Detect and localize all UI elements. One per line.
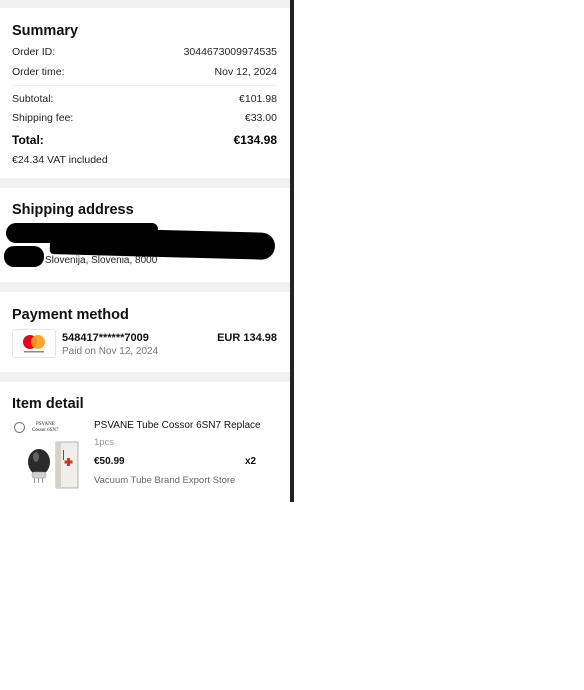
shipping-fee-row: Shipping fee: €33.00 xyxy=(12,110,277,126)
store-name[interactable]: Vacuum Tube Brand Export Store xyxy=(94,475,235,486)
total-row: Total: €134.98 xyxy=(12,132,277,148)
order-id-value[interactable]: 3044673009974535 xyxy=(184,46,277,58)
address-line: Slovenija, Slovenia, 8000 xyxy=(45,255,158,266)
total-value: €134.98 xyxy=(233,133,277,147)
order-id-row: Order ID: 3044673009974535 xyxy=(12,44,277,60)
paid-on-date: Paid on Nov 12, 2024 xyxy=(62,346,159,357)
screen-edge-divider xyxy=(290,0,294,502)
shipping-address-card: Shipping address Slovenija, Slovenia, 80… xyxy=(0,188,290,282)
item-quantity: 1pcs xyxy=(94,437,115,448)
redacted-prefix xyxy=(4,246,44,267)
total-label: Total: xyxy=(12,133,44,147)
mastercard-logo xyxy=(23,335,45,353)
shipping-address-title: Shipping address xyxy=(12,202,134,218)
subtotal-row: Subtotal: €101.98 xyxy=(12,91,277,107)
order-detail-screen: Summary Order ID: 3044673009974535 Order… xyxy=(0,0,290,502)
payment-method-title: Payment method xyxy=(12,307,129,323)
vat-note: €24.34 VAT included xyxy=(12,154,108,166)
item-multiplier: x2 xyxy=(245,456,257,467)
vat-row: €24.34 VAT included xyxy=(12,152,277,168)
item-detail-card: Item detail PSVANE Cossor 6SN7 PSVANE Tu… xyxy=(0,382,290,502)
card-number: 548417******7009 xyxy=(62,332,149,344)
shipping-fee-label: Shipping fee: xyxy=(12,112,74,124)
summary-title: Summary xyxy=(12,23,79,39)
order-time-value: Nov 12, 2024 xyxy=(214,66,277,78)
subtotal-value: €101.98 xyxy=(239,93,277,105)
item-price: €50.99 xyxy=(94,456,125,467)
vacuum-tube-image xyxy=(28,441,79,489)
order-id-label: Order ID: xyxy=(12,46,56,58)
shipping-fee-value: €33.00 xyxy=(244,112,277,124)
order-time-label: Order time: xyxy=(12,66,65,78)
order-time-row: Order time: Nov 12, 2024 xyxy=(12,64,277,80)
subtotal-label: Subtotal: xyxy=(12,93,54,105)
mastercard-icon xyxy=(12,329,56,358)
payment-method-card: Payment method 548417******7009 Paid on … xyxy=(0,292,290,372)
item-name[interactable]: PSVANE Tube Cossor 6SN7 Replace xyxy=(94,420,261,431)
summary-card: Summary Order ID: 3044673009974535 Order… xyxy=(0,8,290,178)
item-thumbnail[interactable]: PSVANE Cossor 6SN7 xyxy=(12,420,84,490)
item-detail-title: Item detail xyxy=(12,396,84,412)
payment-amount: EUR 134.98 xyxy=(217,332,277,344)
summary-divider xyxy=(12,85,277,86)
